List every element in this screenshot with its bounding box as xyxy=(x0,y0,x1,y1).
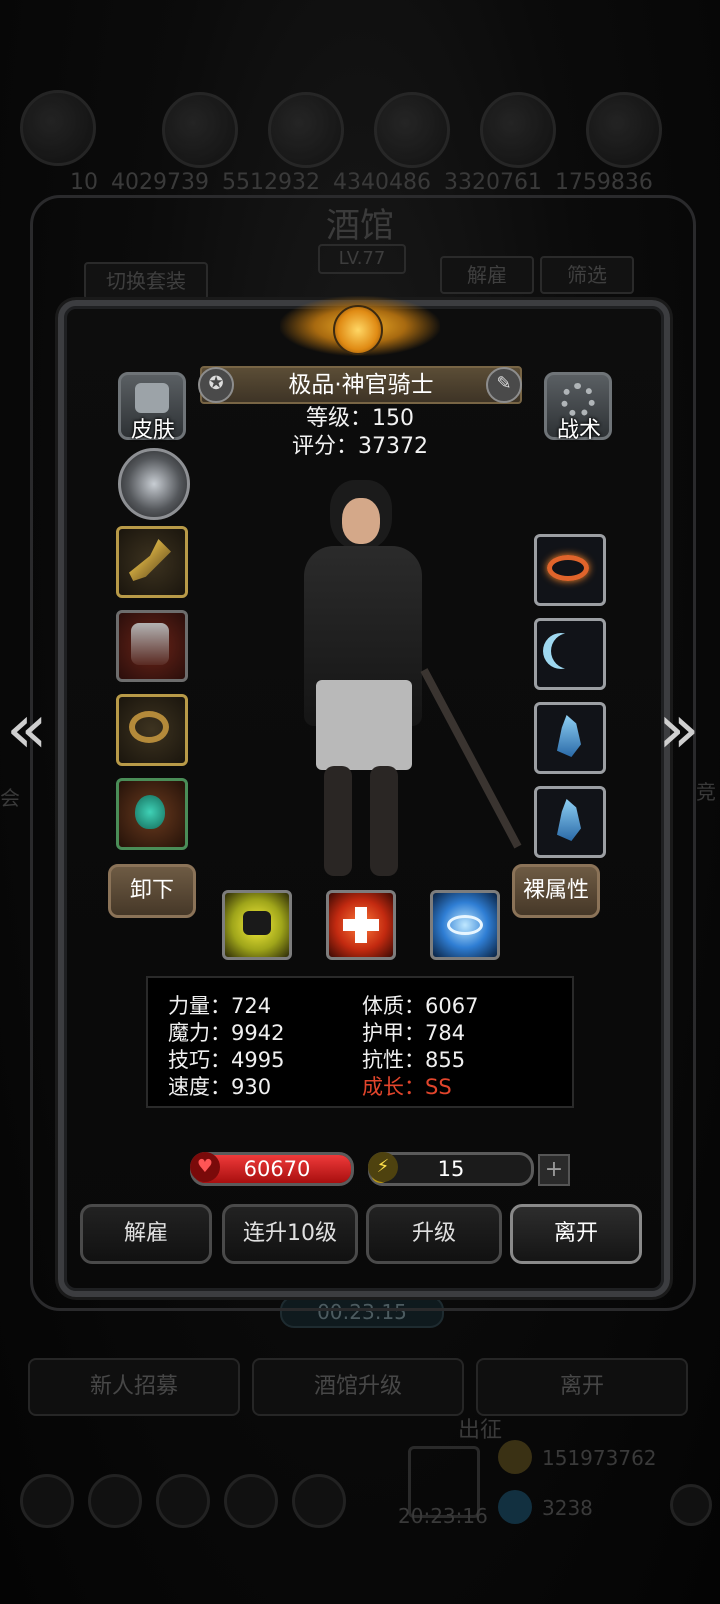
emblem-icon xyxy=(333,305,383,355)
gold-amount: 151973762 xyxy=(542,1446,657,1470)
shirt-icon xyxy=(135,383,169,413)
stat-magic: 魔力：9942 xyxy=(168,1021,285,1045)
resource-value: 1759836 xyxy=(554,170,653,195)
fist-icon xyxy=(243,911,271,935)
bg-leave-button: 离开 xyxy=(476,1358,688,1416)
add-energy-button[interactable]: + xyxy=(538,1154,570,1186)
stat-growth: 成长：SS xyxy=(362,1075,452,1099)
crystal-icon xyxy=(557,715,581,757)
eye-skill-icon[interactable] xyxy=(430,890,500,960)
heal-skill-icon[interactable] xyxy=(326,890,396,960)
avatar xyxy=(20,90,96,166)
menu-icon xyxy=(20,1474,74,1528)
skirt xyxy=(316,680,412,770)
timer2-text: 20:23:16 xyxy=(398,1504,488,1528)
stat-strength: 力量：724 xyxy=(168,994,272,1018)
fire-ring-icon xyxy=(547,555,589,581)
gem-icon xyxy=(498,1490,532,1524)
skin-label: 皮肤 xyxy=(130,418,175,443)
resource-icon xyxy=(374,92,450,168)
leg xyxy=(324,766,352,876)
amulet-icon xyxy=(135,795,165,829)
unequip-button[interactable]: 卸下 xyxy=(108,864,196,918)
menu-icon xyxy=(224,1474,278,1528)
resource-value: 10 xyxy=(70,170,98,195)
ring-slot[interactable] xyxy=(534,534,606,606)
crystal-icon xyxy=(557,799,581,841)
edit-name-icon[interactable]: ✎ xyxy=(486,367,522,403)
rune-slot[interactable] xyxy=(534,702,606,774)
menu-icon xyxy=(292,1474,346,1528)
stat-speed: 速度：930 xyxy=(168,1075,272,1099)
dismiss-button[interactable]: 解雇 xyxy=(80,1204,212,1264)
stat-constitution: 体质：6067 xyxy=(362,994,479,1018)
face xyxy=(342,498,380,544)
resource-icon xyxy=(162,92,238,168)
hammer-icon xyxy=(129,539,171,581)
side-text-left: 会 xyxy=(0,786,20,810)
menu-icon xyxy=(156,1474,210,1528)
resource-icon xyxy=(268,92,344,168)
gold-coin-icon xyxy=(498,1440,532,1474)
resource-value: 4029739 xyxy=(111,170,209,195)
heart-icon: ♥ xyxy=(190,1152,220,1182)
previous-hero-arrow-icon[interactable]: « xyxy=(6,690,48,769)
armor-icon xyxy=(131,623,169,665)
rune-slot[interactable] xyxy=(534,786,606,858)
resource-value: 4340486 xyxy=(332,170,431,195)
stat-resistance: 抗性：855 xyxy=(362,1048,466,1072)
upgrade-tavern-button: 酒馆升级 xyxy=(252,1358,464,1416)
resource-value: 3320761 xyxy=(443,170,542,195)
leg xyxy=(370,766,398,876)
level-up-10-button[interactable]: 连升10级 xyxy=(222,1204,358,1264)
deploy-label: 出征 xyxy=(458,1418,503,1443)
stat-armor: 护甲：784 xyxy=(362,1021,466,1045)
fist-skill-icon[interactable] xyxy=(222,890,292,960)
resource-values: 10 4029739 5512932 4340486 3320761 17598… xyxy=(70,170,710,195)
leave-button[interactable]: 离开 xyxy=(510,1204,642,1264)
resource-icon xyxy=(480,92,556,168)
moon-slot[interactable] xyxy=(534,618,606,690)
side-text-right: 竞 xyxy=(696,780,716,804)
moon-icon xyxy=(551,633,587,669)
cross-icon xyxy=(343,919,379,931)
naked-attributes-button[interactable]: 裸属性 xyxy=(512,864,600,918)
gem-amount: 3238 xyxy=(542,1496,593,1520)
weapon-slot[interactable] xyxy=(116,526,188,598)
lightning-icon: ⚡ xyxy=(368,1152,398,1182)
plus-icon xyxy=(670,1484,712,1526)
medal-icon[interactable]: ✪ xyxy=(198,367,234,403)
hero-name-plate: 极品·神官骑士 xyxy=(200,366,522,404)
stat-skill: 技巧：4995 xyxy=(168,1048,285,1072)
bracelet-icon xyxy=(129,711,169,743)
resource-value: 5512932 xyxy=(221,170,320,195)
recruit-button: 新人招募 xyxy=(28,1358,240,1416)
hero-portrait xyxy=(220,470,522,880)
next-hero-arrow-icon[interactable]: » xyxy=(658,690,700,769)
menu-icon xyxy=(88,1474,142,1528)
level-up-button[interactable]: 升级 xyxy=(366,1204,502,1264)
amulet-slot[interactable] xyxy=(116,778,188,850)
class-emblem-icon[interactable] xyxy=(118,448,190,520)
stats-panel: 力量：724 魔力：9942 技巧：4995 速度：930 体质：6067 护甲… xyxy=(146,976,574,1108)
eye-icon xyxy=(447,915,483,935)
armor-slot[interactable] xyxy=(116,610,188,682)
tactics-label: 战术 xyxy=(556,418,601,443)
resource-icon xyxy=(586,92,662,168)
bracelet-slot[interactable] xyxy=(116,694,188,766)
hero-name: 极品·神官骑士 xyxy=(288,372,434,398)
